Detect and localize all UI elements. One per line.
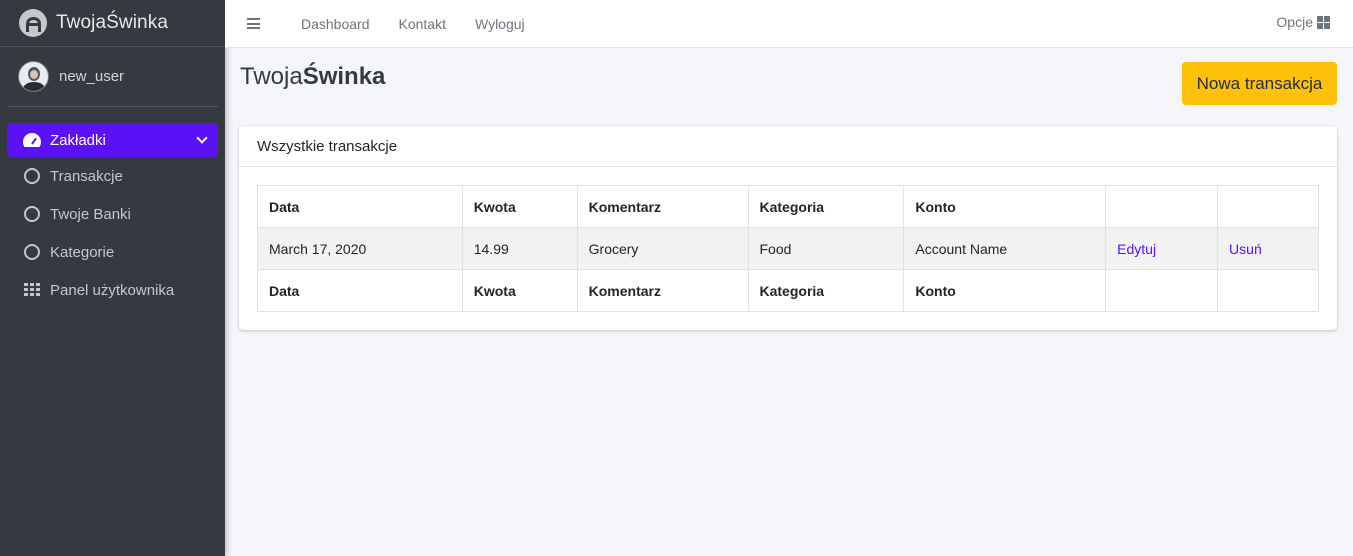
chevron-down-icon — [196, 132, 208, 144]
column-footer-data: Data — [257, 269, 463, 312]
table-header-row: Data Kwota Komentarz Kategoria Konto — [257, 185, 1319, 228]
nav-link-wyloguj[interactable]: Wyloguj — [475, 16, 525, 32]
grid-icon — [23, 281, 41, 299]
sidebar-item-label: Panel użytkownika — [50, 281, 175, 299]
column-footer-komentarz: Komentarz — [576, 269, 749, 312]
column-footer-konto: Konto — [903, 269, 1107, 312]
cell-account: Account Name — [903, 227, 1107, 270]
column-header-empty — [1217, 185, 1319, 228]
transactions-card: Wszystkie transakcje Data Kwota Komentar… — [239, 126, 1337, 330]
transactions-table-wrapper: Data Kwota Komentarz Kategoria Konto Mar… — [257, 185, 1319, 312]
sidebar-item-kategorie[interactable]: Kategorie — [7, 233, 218, 271]
brand-text: TwojaŚwinka — [56, 12, 168, 33]
sidebar-item-transakcje[interactable]: Transakcje — [7, 157, 218, 195]
options-label: Opcje — [1276, 14, 1313, 30]
column-header-komentarz: Komentarz — [576, 185, 749, 228]
cell-amount: 14.99 — [461, 227, 578, 270]
cell-edit: Edytuj — [1105, 227, 1219, 270]
sidebar-nav: Zakładki Transakcje Twoje Banki Kategori… — [0, 123, 225, 309]
user-panel[interactable]: new_user — [7, 47, 218, 107]
card-title: Wszystkie transakcje — [239, 126, 1337, 167]
sidebar-item-zakladki[interactable]: Zakładki — [7, 123, 218, 157]
sidebar-item-label: Kategorie — [50, 243, 115, 261]
grid-icon — [1317, 15, 1331, 29]
circle-icon — [23, 243, 41, 261]
brand-logo-icon — [19, 9, 47, 37]
cell-date: March 17, 2020 — [257, 227, 463, 270]
column-header-kategoria: Kategoria — [747, 185, 905, 228]
options-menu[interactable]: Opcje — [1276, 14, 1331, 30]
circle-icon — [23, 167, 41, 185]
sidebar-item-label: Transakcje — [50, 167, 123, 185]
cell-category: Food — [747, 227, 905, 270]
sidebar-item-twoje-banki[interactable]: Twoje Banki — [7, 195, 218, 233]
column-footer-empty — [1217, 269, 1319, 312]
column-header-empty — [1105, 185, 1219, 228]
sidebar-item-label: Zakładki — [50, 131, 106, 149]
tachometer-icon — [23, 131, 41, 149]
hamburger-menu-icon[interactable] — [247, 18, 260, 29]
cell-delete: Usuń — [1217, 227, 1319, 270]
table-footer-row: Data Kwota Komentarz Kategoria Konto — [257, 269, 1319, 312]
sidebar: TwojaŚwinka new_user Zakładki Transakcje… — [0, 0, 225, 556]
cell-comment: Grocery — [576, 227, 749, 270]
new-transaction-button[interactable]: Nowa transakcja — [1182, 62, 1337, 105]
edit-link[interactable]: Edytuj — [1117, 241, 1156, 257]
sidebar-item-label: Twoje Banki — [50, 205, 131, 223]
username[interactable]: new_user — [59, 68, 124, 85]
top-navbar: Dashboard Kontakt Wyloguj Opcje — [225, 0, 1353, 48]
column-header-data: Data — [257, 185, 463, 228]
page-title: TwojaŚwinka — [240, 63, 386, 90]
table-row: March 17, 2020 14.99 Grocery Food Accoun… — [257, 227, 1319, 270]
nav-link-kontakt[interactable]: Kontakt — [399, 16, 446, 32]
transactions-table: Data Kwota Komentarz Kategoria Konto Mar… — [257, 185, 1319, 312]
column-footer-kwota: Kwota — [461, 269, 578, 312]
column-footer-kategoria: Kategoria — [747, 269, 905, 312]
avatar — [18, 61, 49, 92]
column-footer-empty — [1105, 269, 1219, 312]
brand-link[interactable]: TwojaŚwinka — [0, 0, 225, 47]
delete-link[interactable]: Usuń — [1229, 241, 1262, 257]
sidebar-item-panel-uzytkownika[interactable]: Panel użytkownika — [7, 271, 218, 309]
circle-icon — [23, 205, 41, 223]
nav-link-dashboard[interactable]: Dashboard — [301, 16, 370, 32]
column-header-konto: Konto — [903, 185, 1107, 228]
column-header-kwota: Kwota — [461, 185, 578, 228]
